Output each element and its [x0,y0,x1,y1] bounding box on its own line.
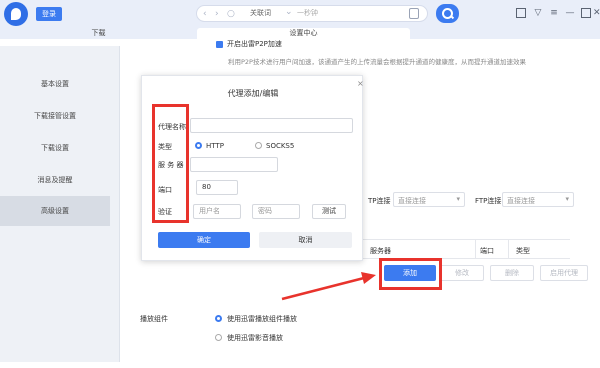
pointer-arrow-icon [281,272,376,301]
